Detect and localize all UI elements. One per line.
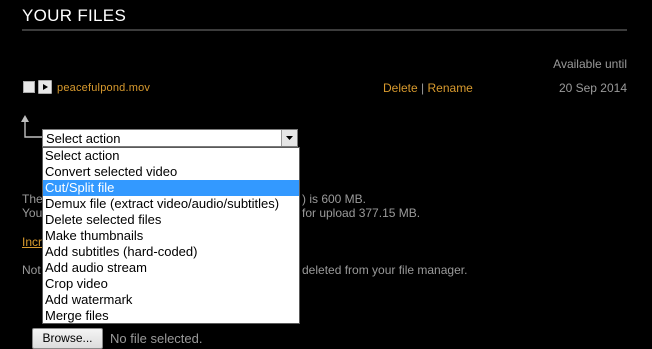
selection-arrow-icon (20, 113, 44, 142)
option-demux[interactable]: Demux file (extract video/audio/subtitle… (43, 196, 299, 212)
browse-button[interactable]: Browse... (32, 328, 103, 349)
option-delete-files[interactable]: Delete selected files (43, 212, 299, 228)
quota-text-left: The (22, 192, 43, 206)
option-watermark[interactable]: Add watermark (43, 292, 299, 308)
action-select[interactable]: Select action (42, 129, 298, 147)
note-text-left: Not (22, 263, 41, 277)
file-available-until: 20 Sep 2014 (558, 81, 627, 95)
action-select-value: Select action (46, 131, 121, 146)
quota-text-right: ) is 600 MB. (302, 192, 367, 206)
chevron-down-icon[interactable] (281, 130, 297, 146)
upload-text-left: You (22, 206, 43, 220)
file-actions: Delete | Rename (383, 81, 473, 95)
option-select-action[interactable]: Select action (43, 148, 299, 164)
play-icon[interactable] (38, 80, 52, 94)
file-status: No file selected. (110, 331, 203, 346)
delete-link[interactable]: Delete (383, 81, 418, 95)
option-convert-video[interactable]: Convert selected video (43, 164, 299, 180)
option-crop[interactable]: Crop video (43, 276, 299, 292)
option-merge[interactable]: Merge files (43, 308, 299, 324)
action-dropdown-list: Select action Convert selected video Cut… (42, 147, 300, 324)
file-select-checkbox[interactable] (23, 81, 35, 93)
option-add-audio[interactable]: Add audio stream (43, 260, 299, 276)
option-add-subtitles[interactable]: Add subtitles (hard-coded) (43, 244, 299, 260)
upload-text-right: for upload 377.15 MB. (302, 206, 421, 220)
note-text-right: deleted from your file manager. (302, 263, 468, 277)
rename-link[interactable]: Rename (428, 81, 473, 95)
title-divider (22, 29, 627, 31)
page-title: YOUR FILES (22, 6, 127, 25)
option-thumbnails[interactable]: Make thumbnails (43, 228, 299, 244)
available-until-header: Available until (553, 57, 627, 71)
option-cut-split[interactable]: Cut/Split file (43, 180, 299, 196)
action-separator: | (421, 81, 425, 95)
file-name-link[interactable]: peacefulpond.mov (57, 82, 150, 94)
increase-link[interactable]: Incr (22, 235, 42, 249)
